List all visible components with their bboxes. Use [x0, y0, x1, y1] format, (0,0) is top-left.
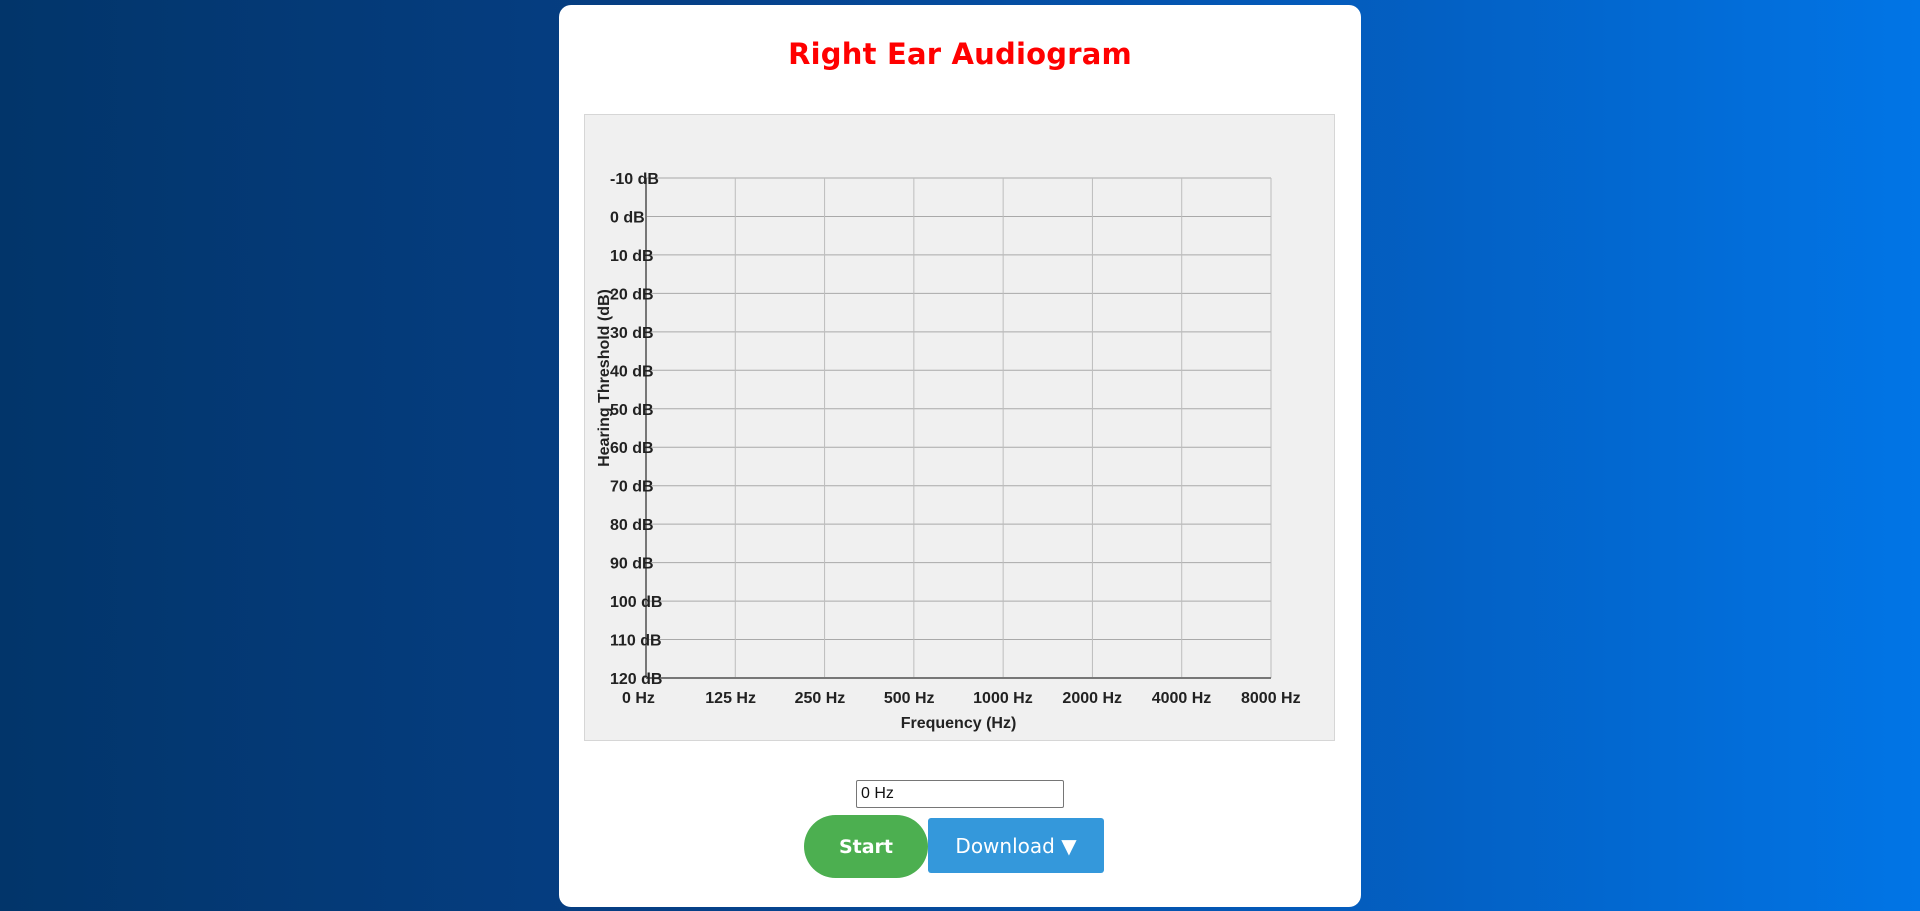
y-tick-label: 100 dB — [610, 594, 662, 611]
y-tick-label: 50 dB — [610, 402, 654, 419]
page-title: Right Ear Audiogram — [788, 37, 1132, 71]
y-tick-label: 20 dB — [610, 286, 654, 303]
x-tick-label: 1000 Hz — [973, 690, 1033, 707]
y-tick-label: 30 dB — [610, 325, 654, 342]
y-tick-label: 90 dB — [610, 556, 654, 573]
frequency-input[interactable] — [856, 780, 1064, 808]
x-tick-label: 500 Hz — [884, 690, 935, 707]
x-tick-label: 250 Hz — [795, 690, 846, 707]
x-tick-label: 0 Hz — [622, 690, 655, 707]
x-tick-label: 125 Hz — [705, 690, 756, 707]
y-axis-title: Hearing Threshold (dB) — [596, 289, 613, 467]
x-tick-label: 2000 Hz — [1062, 690, 1122, 707]
chart-axes — [645, 178, 1271, 679]
y-tick-label: 60 dB — [610, 440, 654, 457]
y-tick-label: 10 dB — [610, 248, 654, 265]
y-tick-label: 120 dB — [610, 671, 662, 688]
x-tick-label: 4000 Hz — [1152, 690, 1212, 707]
y-tick-label: 70 dB — [610, 479, 654, 496]
audiogram-chart: -10 dB 0 dB 10 dB 20 dB 30 dB 40 dB 50 dB 60 dB… — [584, 114, 1335, 741]
audiogram-card: Right Ear Audiogram -10 dB 0 dB 10 dB 20 dB… — [559, 5, 1361, 907]
download-button[interactable]: Download ▼ — [928, 818, 1104, 873]
audiogram-chart-svg: -10 dB 0 dB 10 dB 20 dB 30 dB 40 dB 50 dB 60 dB… — [596, 171, 1301, 732]
chart-grid — [646, 177, 1272, 679]
start-button[interactable]: Start — [804, 815, 928, 878]
y-tick-label: -10 dB — [610, 171, 659, 188]
y-tick-label: 110 dB — [610, 633, 662, 650]
y-tick-label: 80 dB — [610, 517, 654, 534]
x-tick-label: 8000 Hz — [1241, 690, 1301, 707]
x-axis-title: Frequency (Hz) — [901, 715, 1017, 732]
y-tick-label: 40 dB — [610, 363, 654, 380]
y-tick-label: 0 dB — [610, 209, 645, 226]
